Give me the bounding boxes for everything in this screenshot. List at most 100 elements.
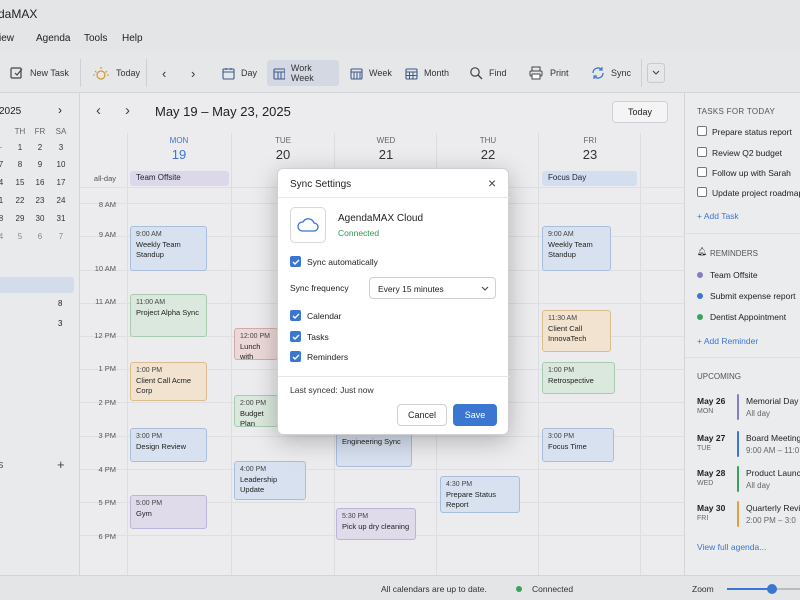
work-week-view-button[interactable]: Work Week bbox=[267, 60, 339, 86]
calendar-list-selected-item[interactable] bbox=[0, 277, 74, 293]
week-view-button[interactable]: Week bbox=[344, 61, 398, 85]
mini-cal-day[interactable]: 24 bbox=[51, 196, 71, 205]
allday-event[interactable]: Team Offsite bbox=[130, 171, 229, 186]
section-label: S bbox=[0, 461, 4, 470]
day-header-fri[interactable]: FRI 23 bbox=[539, 136, 641, 162]
mini-cal-day[interactable]: 10 bbox=[51, 160, 71, 169]
task-checkbox[interactable] bbox=[697, 167, 707, 177]
mini-cal-day[interactable]: 3 bbox=[51, 143, 71, 152]
mini-cal-day[interactable]: 8 bbox=[10, 160, 30, 169]
close-button[interactable]: × bbox=[488, 175, 496, 191]
sync-automatically-checkbox[interactable] bbox=[290, 256, 301, 267]
mini-cal-day[interactable]: 1 bbox=[10, 143, 30, 152]
new-task-button[interactable]: New Task bbox=[4, 61, 75, 85]
day-header-tue[interactable]: TUE 20 bbox=[232, 136, 334, 162]
mini-cal-day[interactable]: 6 bbox=[30, 232, 50, 241]
day-header-wed[interactable]: WED 21 bbox=[335, 136, 437, 162]
zoom-slider-thumb[interactable] bbox=[767, 584, 777, 594]
reminder-dot bbox=[697, 272, 703, 278]
calendar-event[interactable]: 5:00 PM Gym bbox=[130, 495, 207, 529]
calendar-event[interactable]: 2:00 PM Budget Plan bbox=[234, 395, 278, 427]
menu-view[interactable]: iew bbox=[0, 33, 14, 44]
calendar-event[interactable]: 9:00 AM Weekly Team Standup bbox=[130, 226, 207, 271]
calendar-event[interactable]: 5:30 PM Pick up dry cleaning bbox=[336, 508, 416, 540]
calendar-event[interactable]: 4:30 PM Prepare Status Report bbox=[440, 476, 520, 513]
view-full-agenda-link[interactable]: View full agenda... bbox=[697, 542, 766, 552]
calendar-event[interactable]: 11:00 AM Project Alpha Sync bbox=[130, 294, 207, 337]
calendar-event[interactable]: 9:00 AM Weekly Team Standup bbox=[542, 226, 611, 271]
reminders-checkbox[interactable] bbox=[290, 351, 301, 362]
mini-cal-day[interactable]: 5 bbox=[10, 232, 30, 241]
task-checkbox[interactable] bbox=[697, 187, 707, 197]
add-task-link[interactable]: + Add Task bbox=[697, 211, 739, 221]
day-header-mon[interactable]: MON 19 bbox=[128, 136, 230, 162]
mini-cal-next-button[interactable]: › bbox=[58, 103, 62, 117]
allday-event[interactable]: Focus Day bbox=[542, 171, 637, 186]
month-view-button[interactable]: Month bbox=[399, 61, 455, 85]
reminder-label[interactable]: Team Offsite bbox=[710, 270, 758, 280]
sun-icon bbox=[93, 67, 109, 80]
calendar-event[interactable]: 1:00 PM Client Call Acme Corp bbox=[130, 362, 207, 401]
event-time: 9:00 AM bbox=[548, 231, 574, 238]
mini-cal-day[interactable]: 7 bbox=[51, 232, 71, 241]
calendar-event[interactable]: 3:00 PM Focus Time bbox=[542, 428, 614, 462]
find-button[interactable]: Find bbox=[463, 61, 513, 85]
calendar-event[interactable]: 1:00 PM Retrospective bbox=[542, 362, 615, 394]
mini-cal-day[interactable]: 2 bbox=[30, 143, 50, 152]
sync-button[interactable]: Sync bbox=[585, 61, 637, 85]
upcoming-item[interactable]: May 30 FRI Quarterly Review 2:00 PM – 3:… bbox=[697, 501, 800, 531]
menu-agenda[interactable]: Agenda bbox=[36, 33, 70, 44]
mini-cal-day[interactable]: 17 bbox=[51, 178, 71, 187]
mini-cal-day[interactable]: 9 bbox=[30, 160, 50, 169]
calendar-checkbox[interactable] bbox=[290, 310, 301, 321]
upcoming-header: UPCOMING bbox=[697, 372, 741, 381]
calendar-event[interactable]: 11:30 AM Client Call InnovaTech bbox=[542, 310, 611, 352]
today-label: Today bbox=[116, 68, 141, 78]
toolbar-overflow-button[interactable] bbox=[647, 63, 665, 83]
mini-cal-day[interactable]: 29 bbox=[10, 214, 30, 223]
time-label: 12 PM bbox=[94, 331, 116, 340]
mini-cal-day[interactable]: 22 bbox=[10, 196, 30, 205]
day-header-num: 21 bbox=[378, 147, 394, 162]
day-view-button[interactable]: Day bbox=[216, 61, 263, 85]
upcoming-item[interactable]: May 27 TUE Board Meeting 9:00 AM – 11:0 bbox=[697, 431, 800, 461]
last-synced-text: Last synced: Just now bbox=[290, 385, 374, 395]
toolbar-divider bbox=[641, 59, 642, 87]
upcoming-title: Board Meeting bbox=[746, 433, 800, 443]
task-checkbox[interactable] bbox=[697, 126, 707, 136]
today-nav-button[interactable]: Today bbox=[612, 101, 668, 123]
add-reminder-link[interactable]: + Add Reminder bbox=[697, 336, 758, 346]
save-button[interactable]: Save bbox=[453, 404, 497, 426]
mini-cal-day[interactable]: 15 bbox=[10, 178, 30, 187]
today-button[interactable]: Today bbox=[86, 61, 146, 85]
print-button[interactable]: Print bbox=[523, 61, 575, 85]
calendar-event[interactable]: 3:00 PM Design Review bbox=[130, 428, 207, 462]
reminder-label[interactable]: Dentist Appointment bbox=[710, 312, 786, 322]
prev-week-button[interactable]: ‹ bbox=[96, 102, 101, 119]
reminder-label[interactable]: Submit expense report bbox=[710, 291, 796, 301]
mini-cal-day[interactable]: 31 bbox=[51, 214, 71, 223]
mini-cal-day[interactable]: 16 bbox=[30, 178, 50, 187]
add-calendar-button[interactable]: + bbox=[57, 457, 65, 472]
status-bar: All calendars are up to date. Connected … bbox=[0, 575, 800, 600]
upcoming-sub: All day bbox=[746, 481, 771, 490]
cancel-button[interactable]: Cancel bbox=[397, 404, 447, 426]
upcoming-item[interactable]: May 26 MON Memorial Day All day bbox=[697, 394, 800, 424]
day-header-thu[interactable]: THU 22 bbox=[437, 136, 539, 162]
toolbar: New Task Today ‹ › Day Work Week Week Mo… bbox=[0, 51, 800, 93]
menu-help[interactable]: Help bbox=[122, 33, 143, 44]
sync-frequency-select[interactable]: Every 15 minutes bbox=[369, 277, 496, 299]
mini-cal-day[interactable]: 30 bbox=[30, 214, 50, 223]
tasks-checkbox[interactable] bbox=[290, 331, 301, 342]
upcoming-item[interactable]: May 28 WED Product Launch All day bbox=[697, 466, 800, 496]
menu-tools[interactable]: Tools bbox=[84, 33, 107, 44]
calendar-event[interactable]: 4:00 PM Leadership Update bbox=[234, 461, 306, 500]
task-checkbox[interactable] bbox=[697, 147, 707, 157]
next-period-button[interactable]: › bbox=[185, 61, 201, 85]
calendar-month-icon bbox=[405, 67, 418, 80]
upcoming-sub: 2:00 PM – 3:0 bbox=[746, 516, 796, 525]
prev-period-button[interactable]: ‹ bbox=[156, 61, 172, 85]
next-week-button[interactable]: › bbox=[125, 102, 130, 119]
mini-cal-day[interactable]: 23 bbox=[30, 196, 50, 205]
calendar-event[interactable]: 12:00 PM Lunch with bbox=[234, 328, 278, 360]
